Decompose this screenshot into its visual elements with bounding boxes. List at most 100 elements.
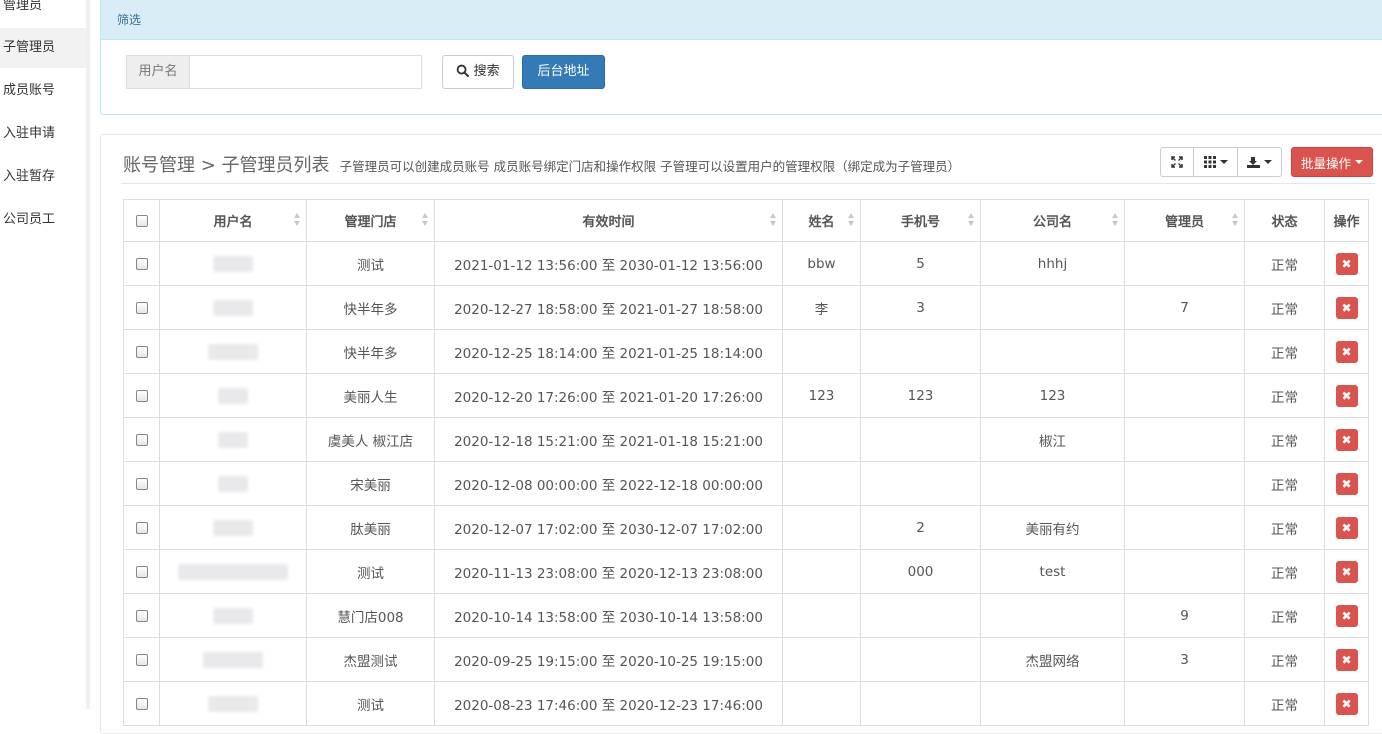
cell-store: 肽美丽: [306, 505, 435, 550]
delete-button[interactable]: ✖: [1335, 384, 1358, 407]
cell-name: 123: [782, 373, 861, 418]
sidebar-item-company-staff[interactable]: 公司员工: [0, 200, 86, 240]
redacted-text: [218, 475, 248, 492]
table-row: 测试 2020-08-23 17:46:00 至 2020-12-23 17:46…: [123, 681, 1369, 726]
column-header-name[interactable]: 姓名: [782, 199, 861, 242]
sub-admin-table-wrap: 用户名 管理门店 有效时间 姓名 手机号 公司名 管理员 状态 操作 测试 202…: [123, 199, 1369, 726]
sort-icon: [422, 213, 429, 227]
sub-admin-table: 用户名 管理门店 有效时间 姓名 手机号 公司名 管理员 状态 操作 测试 202…: [123, 199, 1369, 726]
main-panel: 账号管理 > 子管理员列表 子管理员可以创建成员账号 成员账号绑定门店和操作权限…: [100, 134, 1382, 734]
cell-username: [159, 681, 307, 726]
filter-heading: 筛选: [101, 0, 1382, 40]
cell-actions: ✖: [1324, 505, 1369, 550]
row-checkbox[interactable]: [135, 345, 148, 358]
row-checkbox[interactable]: [135, 433, 148, 446]
sort-icon: [294, 213, 301, 227]
row-checkbox[interactable]: [135, 389, 148, 402]
cell-company: [980, 285, 1125, 330]
delete-button[interactable]: ✖: [1335, 560, 1358, 583]
cell-store: 测试: [306, 241, 435, 286]
delete-button[interactable]: ✖: [1335, 428, 1358, 451]
cell-phone: [860, 593, 981, 638]
cell-name: [782, 593, 861, 638]
cell-period: 2020-12-07 17:02:00 至 2030-12-07 17:02:0…: [434, 505, 783, 550]
column-header-period[interactable]: 有效时间: [434, 199, 783, 242]
cell-actions: ✖: [1324, 637, 1369, 682]
column-header-store[interactable]: 管理门店: [306, 199, 435, 242]
sidebar-item-admin[interactable]: 管理员: [0, 0, 86, 26]
grid-icon: [1203, 156, 1216, 168]
cell-status: 正常: [1244, 373, 1325, 418]
search-button[interactable]: 搜索: [442, 55, 514, 89]
filter-panel: 筛选 用户名 搜索 后台地址: [100, 0, 1382, 115]
row-checkbox[interactable]: [135, 257, 148, 270]
redacted-text: [208, 343, 258, 360]
delete-button[interactable]: ✖: [1335, 648, 1358, 671]
row-checkbox[interactable]: [135, 653, 148, 666]
cell-name: [782, 329, 861, 374]
row-checkbox[interactable]: [135, 565, 148, 578]
sort-icon: [1232, 213, 1239, 227]
cell-store: 快半年多: [306, 329, 435, 374]
sidebar-item-entry-apply[interactable]: 入驻申请: [0, 114, 86, 154]
delete-button[interactable]: ✖: [1335, 472, 1358, 495]
cell-actions: ✖: [1324, 549, 1369, 594]
sidebar-item-member-account[interactable]: 成员账号: [0, 71, 86, 111]
cell-period: 2020-12-27 18:58:00 至 2021-01-27 18:58:0…: [434, 285, 783, 330]
select-all-checkbox[interactable]: [135, 214, 148, 227]
cell-period: 2021-01-12 13:56:00 至 2030-01-12 13:56:0…: [434, 241, 783, 286]
cell-store: 快半年多: [306, 285, 435, 330]
redacted-text: [208, 695, 258, 712]
row-checkbox[interactable]: [135, 521, 148, 534]
row-select-cell: [123, 593, 160, 638]
batch-actions-button[interactable]: 批量操作: [1291, 147, 1373, 177]
redacted-text: [213, 607, 253, 624]
row-checkbox[interactable]: [135, 301, 148, 314]
cell-actions: ✖: [1324, 681, 1369, 726]
sidebar-item-sub-admin[interactable]: 子管理员: [0, 28, 86, 68]
table-row: 宋美丽 2020-12-08 00:00:00 至 2022-12-18 00:0…: [123, 461, 1369, 506]
column-header-phone[interactable]: 手机号: [860, 199, 981, 242]
cell-username: [159, 461, 307, 506]
table-row: 快半年多 2020-12-25 18:14:00 至 2021-01-25 18:…: [123, 329, 1369, 374]
delete-button[interactable]: ✖: [1335, 604, 1358, 627]
cell-company: [980, 593, 1125, 638]
column-header-admin[interactable]: 管理员: [1124, 199, 1245, 242]
column-header-company[interactable]: 公司名: [980, 199, 1125, 242]
table-row: 快半年多 2020-12-27 18:58:00 至 2021-01-27 18:…: [123, 285, 1369, 330]
columns-toggle-button[interactable]: [1193, 147, 1238, 177]
cell-status: 正常: [1244, 241, 1325, 286]
delete-button[interactable]: ✖: [1335, 252, 1358, 275]
cell-admin: 3: [1124, 637, 1245, 682]
cell-username: [159, 373, 307, 418]
row-checkbox[interactable]: [135, 477, 148, 490]
cell-username: [159, 549, 307, 594]
row-checkbox[interactable]: [135, 609, 148, 622]
row-checkbox[interactable]: [135, 697, 148, 710]
cell-username: [159, 505, 307, 550]
cell-company: test: [980, 549, 1125, 594]
cell-status: 正常: [1244, 329, 1325, 374]
delete-button[interactable]: ✖: [1335, 692, 1358, 715]
table-row: 杰盟测试 2020-09-25 19:15:00 至 2020-10-25 19:…: [123, 637, 1369, 682]
cell-store: 虞美人 椒江店: [306, 417, 435, 462]
cell-actions: ✖: [1324, 417, 1369, 462]
fullscreen-button[interactable]: [1160, 147, 1194, 177]
admin-url-button[interactable]: 后台地址: [522, 55, 605, 89]
cell-status: 正常: [1244, 593, 1325, 638]
delete-button[interactable]: ✖: [1335, 340, 1358, 363]
sidebar-item-entry-draft[interactable]: 入驻暂存: [0, 157, 86, 197]
cell-company: 杰盟网络: [980, 637, 1125, 682]
table-toolbar: 批量操作: [1160, 147, 1373, 177]
delete-button[interactable]: ✖: [1335, 516, 1358, 539]
username-input[interactable]: [190, 56, 421, 88]
cell-period: 2020-12-25 18:14:00 至 2021-01-25 18:14:0…: [434, 329, 783, 374]
cell-period: 2020-10-14 13:58:00 至 2030-10-14 13:58:0…: [434, 593, 783, 638]
export-button[interactable]: [1237, 147, 1282, 177]
table-row: 肽美丽 2020-12-07 17:02:00 至 2030-12-07 17:0…: [123, 505, 1369, 550]
column-header-username[interactable]: 用户名: [159, 199, 307, 242]
page-description: 子管理员可以创建成员账号 成员账号绑定门店和操作权限 子管理可以设置用户的管理权…: [339, 159, 961, 174]
redacted-text: [203, 651, 263, 668]
delete-button[interactable]: ✖: [1335, 296, 1358, 319]
table-header-row: 用户名 管理门店 有效时间 姓名 手机号 公司名 管理员 状态 操作: [123, 199, 1369, 242]
